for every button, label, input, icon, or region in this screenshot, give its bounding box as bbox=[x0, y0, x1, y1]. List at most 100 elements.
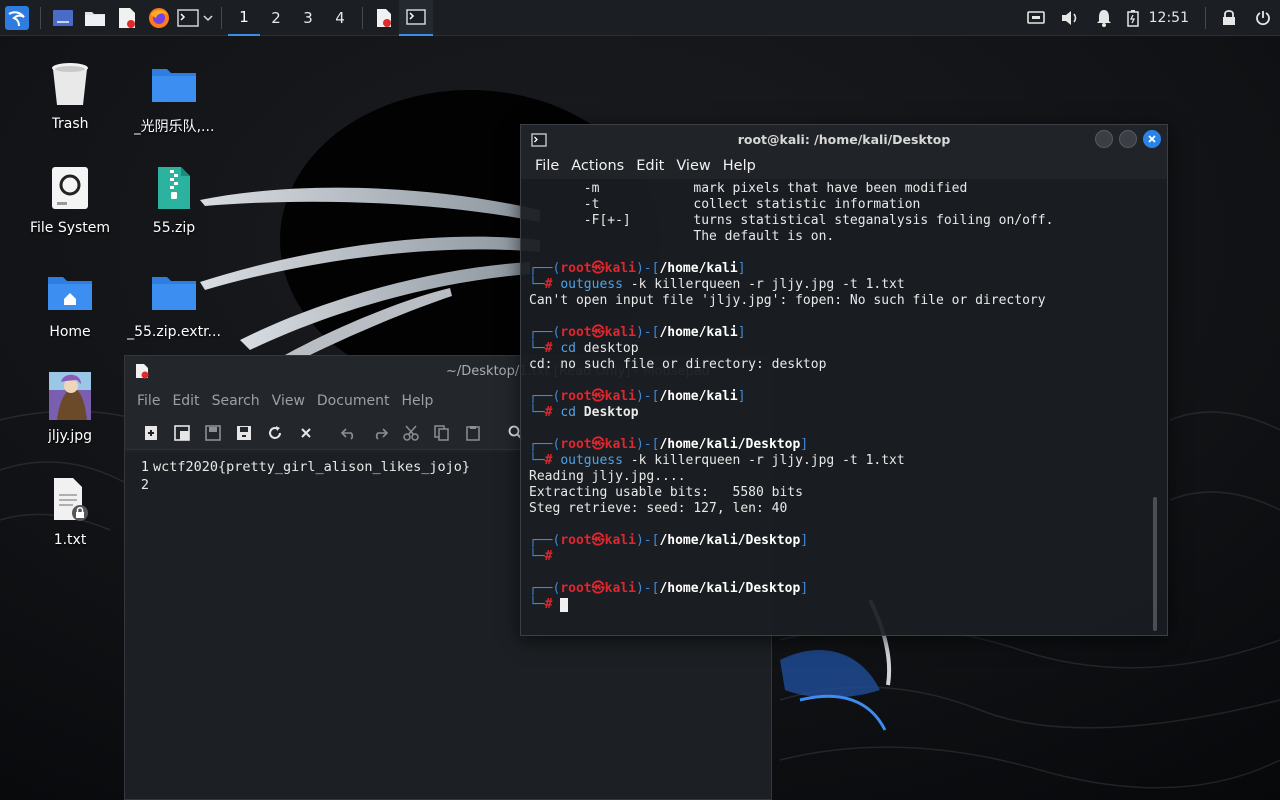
menu-search[interactable]: Search bbox=[206, 393, 266, 409]
new-document-icon[interactable] bbox=[135, 419, 166, 447]
lock-icon[interactable] bbox=[1212, 0, 1246, 36]
prompt-line: ┌──(root㉿kali)-[/home/kali/Desktop] bbox=[529, 533, 809, 548]
command-line: └─# bbox=[529, 597, 1149, 613]
desktop-icon-label: Home bbox=[49, 324, 91, 340]
menu-file[interactable]: File bbox=[131, 393, 166, 409]
save-as-icon[interactable] bbox=[228, 419, 259, 447]
desktop-icon-image[interactable]: jljy.jpg bbox=[18, 372, 122, 444]
reload-icon[interactable] bbox=[259, 419, 290, 447]
output-line: Steg retrieve: seed: 127, len: 40 bbox=[529, 501, 788, 516]
workspace-4[interactable]: 4 bbox=[324, 0, 356, 36]
command-line: └─# cd desktop bbox=[529, 341, 639, 356]
prompt-line: ┌──(root㉿kali)-[/home/kali/Desktop] bbox=[529, 437, 809, 452]
command-line: └─# cd Desktop bbox=[529, 405, 639, 420]
command-line: └─# outguess -k killerqueen -r jljy.jpg … bbox=[529, 277, 905, 292]
battery-icon[interactable] bbox=[1121, 0, 1145, 36]
output-line: cd: no such file or directory: desktop bbox=[529, 357, 827, 372]
workspace-3[interactable]: 3 bbox=[292, 0, 324, 36]
desktop-icon-folder[interactable]: _光阴乐队,... bbox=[122, 60, 226, 136]
prompt-host: kali bbox=[604, 581, 636, 596]
close-icon bbox=[1148, 135, 1156, 143]
command-args: Desktop bbox=[575, 405, 639, 420]
command-args: desktop bbox=[575, 341, 639, 356]
help-line: The default is on. bbox=[529, 229, 1149, 245]
network-icon[interactable] bbox=[1019, 0, 1053, 36]
close-document-icon[interactable] bbox=[290, 419, 321, 447]
command-name: outguess bbox=[560, 453, 623, 468]
prompt-path: /home/kali/Desktop bbox=[659, 437, 801, 452]
save-icon[interactable] bbox=[197, 419, 228, 447]
redo-icon[interactable] bbox=[364, 419, 395, 447]
desktop-icon-extracted-folder[interactable]: _55.zip.extr... bbox=[122, 268, 226, 340]
prompt-line: ┌──(root㉿kali)-[/home/kali] bbox=[529, 261, 746, 276]
help-option: -t bbox=[583, 197, 600, 212]
firefox-icon[interactable] bbox=[143, 0, 175, 36]
terminal-menu-help[interactable]: Help bbox=[717, 158, 762, 174]
terminal-output[interactable]: -m mark pixels that have been modified -… bbox=[529, 181, 1149, 635]
command-args: -k killerqueen -r jljy.jpg -t 1.txt bbox=[622, 453, 905, 468]
clock[interactable]: 12:51 bbox=[1145, 10, 1199, 26]
workspace-1[interactable]: 1 bbox=[228, 0, 260, 36]
line-text[interactable]: wctf2020{pretty_girl_alison_likes_jojo} bbox=[153, 459, 470, 475]
file-manager-icon[interactable] bbox=[79, 0, 111, 36]
terminal-menu-view[interactable]: View bbox=[670, 158, 716, 174]
cut-icon[interactable] bbox=[395, 419, 426, 447]
terminal-menu-file[interactable]: File bbox=[529, 158, 565, 174]
paste-icon[interactable] bbox=[457, 419, 488, 447]
desktop-icon-home[interactable]: Home bbox=[18, 268, 122, 340]
power-icon[interactable] bbox=[1246, 0, 1280, 36]
prompt-host: kali bbox=[604, 389, 636, 404]
prompt-path: /home/kali/Desktop bbox=[659, 533, 801, 548]
workspace-2[interactable]: 2 bbox=[260, 0, 292, 36]
command-args: -k killerqueen -r jljy.jpg -t 1.txt bbox=[622, 277, 905, 292]
terminal-icon[interactable] bbox=[175, 0, 201, 36]
undo-icon[interactable] bbox=[333, 419, 364, 447]
prompt-line: ┌──(root㉿kali)-[/home/kali/Desktop] bbox=[529, 581, 809, 596]
desktop-icon-label: _55.zip.extr... bbox=[127, 324, 221, 340]
new-window-icon[interactable] bbox=[166, 419, 197, 447]
desktop-icon-label: 1.txt bbox=[53, 532, 87, 548]
prompt-host: kali bbox=[604, 261, 636, 276]
kali-menu-icon[interactable] bbox=[0, 0, 34, 36]
terminal-titlebar[interactable]: root@kali: /home/kali/Desktop bbox=[521, 125, 1167, 153]
copy-icon[interactable] bbox=[426, 419, 457, 447]
command-name: cd bbox=[560, 341, 576, 356]
output-line: Reading jljy.jpg.... bbox=[529, 469, 686, 484]
menu-help[interactable]: Help bbox=[395, 393, 439, 409]
panel-separator bbox=[362, 6, 363, 29]
minimize-button[interactable] bbox=[1095, 130, 1113, 148]
menu-document[interactable]: Document bbox=[311, 393, 396, 409]
desktop-icon-label: Trash bbox=[51, 116, 89, 132]
prompt-user: root bbox=[560, 325, 592, 340]
folder-icon bbox=[150, 60, 198, 108]
terminal-scrollbar[interactable] bbox=[1153, 497, 1157, 631]
desktop-icon-zip[interactable]: 55.zip bbox=[122, 164, 226, 236]
close-button[interactable] bbox=[1143, 130, 1161, 148]
prompt-host: kali bbox=[604, 325, 636, 340]
command-name: cd bbox=[560, 405, 576, 420]
desktop-icon-text-file[interactable]: 1.txt bbox=[18, 476, 122, 548]
menu-view[interactable]: View bbox=[266, 393, 311, 409]
help-description: turns statistical steganalysis foiling o… bbox=[693, 213, 1054, 228]
output-line: Can't open input file 'jljy.jpg': fopen:… bbox=[529, 293, 1046, 308]
terminal-menu-actions[interactable]: Actions bbox=[565, 158, 630, 174]
desktop-icon-file-system[interactable]: File System bbox=[18, 164, 122, 236]
zip-archive-icon bbox=[150, 164, 198, 212]
prompt-path: /home/kali bbox=[659, 261, 738, 276]
text-editor-icon[interactable] bbox=[111, 0, 143, 36]
help-option: -m bbox=[583, 181, 600, 196]
prompt-path: /home/kali bbox=[659, 389, 738, 404]
show-desktop-icon[interactable] bbox=[47, 0, 79, 36]
volume-icon[interactable] bbox=[1053, 0, 1087, 36]
terminal-menu-edit[interactable]: Edit bbox=[630, 158, 670, 174]
drive-icon bbox=[46, 164, 94, 212]
terminal-task-icon[interactable] bbox=[399, 0, 433, 36]
mousepad-task-icon[interactable] bbox=[369, 0, 399, 36]
dropdown-icon[interactable] bbox=[201, 0, 215, 36]
desktop-icon-trash[interactable]: Trash bbox=[18, 60, 122, 132]
notification-icon[interactable] bbox=[1087, 0, 1121, 36]
prompt-user: root bbox=[560, 533, 592, 548]
menu-edit[interactable]: Edit bbox=[166, 393, 205, 409]
help-line: -t collect statistic information bbox=[529, 197, 1149, 213]
maximize-button[interactable] bbox=[1119, 130, 1137, 148]
